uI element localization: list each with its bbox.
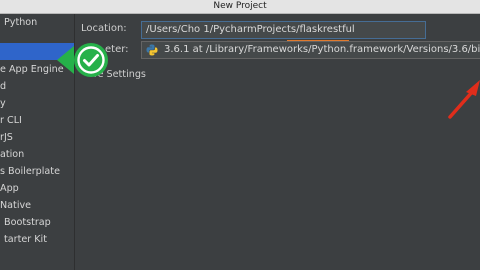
sidebar-item-boilerplate[interactable]: s Boilerplate [0,163,74,180]
location-label: Location: [81,23,127,34]
red-arrow-icon [448,80,480,119]
settings-panel: Location: /Users/Cho 1/PycharmProjects/f… [75,14,480,270]
interpreter-value: 3.6.1 at /Library/Frameworks/Python.fram… [164,44,480,55]
sidebar-item-native[interactable]: Native [0,197,74,214]
sidebar-item-python[interactable]: Python [0,14,74,31]
sidebar-item-d[interactable]: d [0,78,74,95]
sidebar-item-app[interactable]: App [0,180,74,197]
interpreter-select[interactable]: 3.6.1 at /Library/Frameworks/Python.fram… [141,41,480,59]
sidebar-item-bootstrap[interactable]: Bootstrap [0,214,74,231]
sidebar-item-cli[interactable]: r CLI [0,112,74,129]
location-value: /Users/Cho 1/PycharmProjects/flaskrestfu… [146,24,355,35]
python-icon [146,44,158,56]
sidebar-item-starter-kit[interactable]: tarter Kit [0,231,74,248]
title-bar: New Project [0,0,480,14]
location-input[interactable]: /Users/Cho 1/PycharmProjects/flaskrestfu… [141,21,426,39]
check-circle-icon [57,43,108,77]
sidebar-item-ation[interactable]: ation [0,146,74,163]
sidebar-item-rjs[interactable]: rJS [0,129,74,146]
window-title: New Project [213,1,267,11]
sidebar-item-y[interactable]: y [0,95,74,112]
